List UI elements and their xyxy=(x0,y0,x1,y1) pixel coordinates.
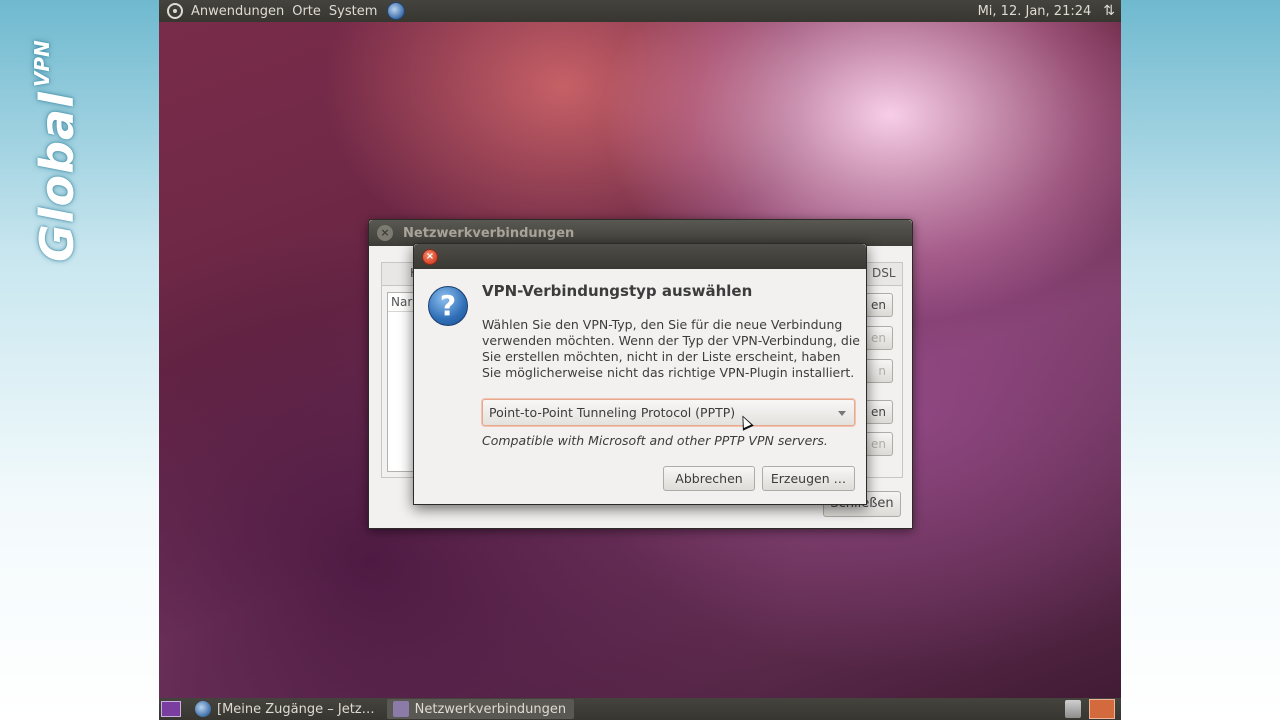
menu-applications[interactable]: Anwendungen xyxy=(187,0,288,22)
chevron-down-icon xyxy=(838,411,846,416)
dialog-heading: VPN-Verbindungstyp auswählen xyxy=(482,282,753,300)
close-icon[interactable]: × xyxy=(377,225,393,241)
export-button[interactable]: en xyxy=(865,432,893,456)
delete-button[interactable]: n xyxy=(865,359,893,383)
export-button-label: en xyxy=(871,437,886,451)
brand-logo: Global VPN xyxy=(30,40,84,262)
import-button-label: en xyxy=(871,405,886,419)
create-button-label: Erzeugen … xyxy=(770,471,847,486)
edit-button[interactable]: en xyxy=(865,326,893,350)
brand-word-global: Global xyxy=(30,91,84,262)
taskbar-item-network-connections-label: Netzwerkverbindungen xyxy=(414,701,567,717)
desktop: Anwendungen Orte System Mi, 12. Jan, 21:… xyxy=(159,0,1121,720)
tab-dsl-label: DSL xyxy=(872,266,896,280)
ubuntu-logo-icon[interactable] xyxy=(167,3,183,19)
taskbar-item-browser[interactable]: [Meine Zugänge – Jetz… xyxy=(189,699,383,719)
top-panel: Anwendungen Orte System Mi, 12. Jan, 21:… xyxy=(159,0,1121,22)
taskbar-item-browser-label: [Meine Zugänge – Jetz… xyxy=(217,701,375,717)
clock[interactable]: Mi, 12. Jan, 21:24 xyxy=(974,0,1104,22)
right-strip xyxy=(1121,0,1280,720)
window-title: Netzwerkverbindungen xyxy=(403,225,575,241)
workspace-switcher[interactable] xyxy=(1089,699,1115,719)
network-connections-icon xyxy=(392,701,409,717)
show-desktop-icon[interactable] xyxy=(161,701,181,717)
vpn-type-selected-label: Point-to-Point Tunneling Protocol (PPTP) xyxy=(489,405,736,420)
dialog-description: Wählen Sie den VPN-Typ, den Sie für die … xyxy=(482,317,860,380)
create-button[interactable]: Erzeugen … xyxy=(762,466,855,491)
network-updown-icon[interactable]: ⇅ xyxy=(1103,3,1115,19)
cancel-button[interactable]: Abbrechen xyxy=(663,466,755,491)
trash-icon[interactable] xyxy=(1065,700,1081,718)
edit-button-label: en xyxy=(871,331,886,345)
tab-dsl[interactable]: DSL xyxy=(865,262,903,286)
list-header-name[interactable]: Nar xyxy=(388,293,416,312)
vpn-type-select[interactable]: Point-to-Point Tunneling Protocol (PPTP) xyxy=(482,399,855,426)
brand-strip: Global VPN xyxy=(0,0,159,720)
menu-places-label: Orte xyxy=(292,3,321,19)
add-button-label: en xyxy=(871,298,886,312)
menu-system[interactable]: System xyxy=(325,0,381,22)
import-button[interactable]: en xyxy=(865,400,893,424)
chromium-launcher-icon[interactable] xyxy=(387,2,406,20)
vpn-type-description: Compatible with Microsoft and other PPTP… xyxy=(482,433,828,448)
brand-word-vpn: VPN xyxy=(30,40,54,88)
taskbar-item-network-connections[interactable]: Netzwerkverbindungen xyxy=(386,699,575,719)
add-button[interactable]: en xyxy=(865,293,893,317)
question-icon: ? xyxy=(428,286,468,326)
menu-applications-label: Anwendungen xyxy=(191,3,285,19)
menu-places[interactable]: Orte xyxy=(288,0,325,22)
chromium-icon xyxy=(195,701,211,717)
vpn-dialog-titlebar[interactable]: × xyxy=(414,244,866,269)
delete-button-label: n xyxy=(878,364,886,378)
clock-label: Mi, 12. Jan, 21:24 xyxy=(977,3,1092,19)
cancel-button-label: Abbrechen xyxy=(675,471,743,486)
close-icon[interactable]: × xyxy=(422,248,438,265)
menu-system-label: System xyxy=(328,3,378,19)
bottom-panel: [Meine Zugänge – Jetz… Netzwerkverbindun… xyxy=(159,698,1121,720)
